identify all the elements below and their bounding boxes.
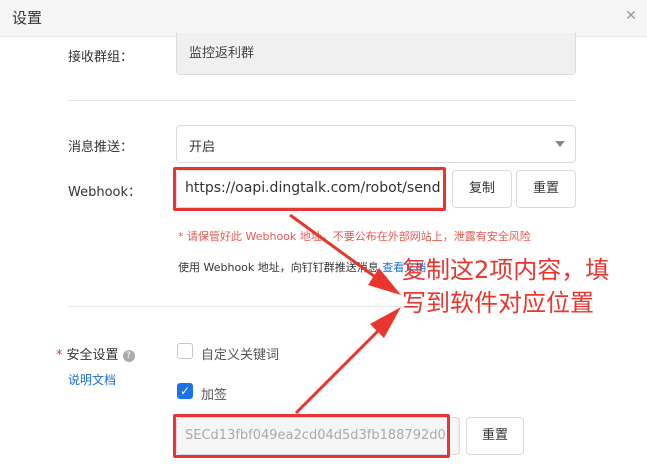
sign-option-label: 加签	[201, 388, 228, 403]
secret-input[interactable]: SECd13fbf049ea2cd04d5d3fb188792d0	[176, 417, 460, 455]
annotation-note: 复制这2项内容，填 写到软件对应位置	[402, 254, 609, 320]
dialog-title: 设置	[12, 9, 43, 27]
webhook-input[interactable]: https://oapi.dingtalk.com/robot/send	[176, 170, 444, 208]
secret-value: SECd13fbf049ea2cd04d5d3fb188792d0	[185, 428, 446, 443]
webhook-usage-text: 使用 Webhook 地址，向钉钉群推送消息 查看文档	[178, 259, 426, 275]
sign-checkbox[interactable]: ✓	[177, 383, 193, 399]
arrow-head-icon	[370, 307, 401, 338]
receive-group-value: 监控返利群	[189, 46, 255, 61]
close-icon[interactable]: ✕	[622, 7, 640, 25]
arrow-to-secret	[294, 329, 380, 415]
webhook-usage-prefix: 使用 Webhook 地址，向钉钉群推送消息	[178, 261, 379, 274]
keyword-checkbox[interactable]	[177, 343, 193, 359]
copy-webhook-button[interactable]: 复制	[452, 170, 512, 208]
annotation-line-1: 复制这2项内容，填	[402, 256, 610, 284]
help-icon[interactable]: ?	[122, 350, 135, 362]
dialog-titlebar: 设置 ✕	[0, 0, 647, 37]
section-divider	[68, 100, 576, 101]
reset-webhook-button[interactable]: 重置	[516, 170, 576, 208]
security-label: * 安全设置?	[56, 344, 135, 363]
security-label-text: 安全设置	[66, 348, 119, 363]
webhook-value: https://oapi.dingtalk.com/robot/send	[185, 180, 441, 196]
webhook-label: Webhook：	[68, 185, 142, 200]
security-doc-link[interactable]: 说明文档	[68, 371, 116, 388]
reset-secret-button[interactable]: 重置	[466, 417, 524, 455]
required-mark: *	[56, 348, 63, 363]
receive-group-field: 监控返利群	[176, 33, 576, 75]
push-label: 消息推送：	[68, 140, 134, 155]
chevron-down-icon	[555, 141, 565, 147]
receive-group-label: 接收群组：	[68, 50, 134, 65]
annotation-line-2: 写到软件对应位置	[402, 289, 594, 317]
keyword-option-label: 自定义关键词	[201, 348, 280, 363]
push-select[interactable]: 开启	[176, 125, 576, 163]
check-icon: ✓	[179, 384, 191, 398]
push-select-value: 开启	[189, 140, 216, 155]
webhook-warning: * 请保管好此 Webhook 地址，不要公布在外部网站上，泄露有安全风险	[178, 230, 531, 243]
